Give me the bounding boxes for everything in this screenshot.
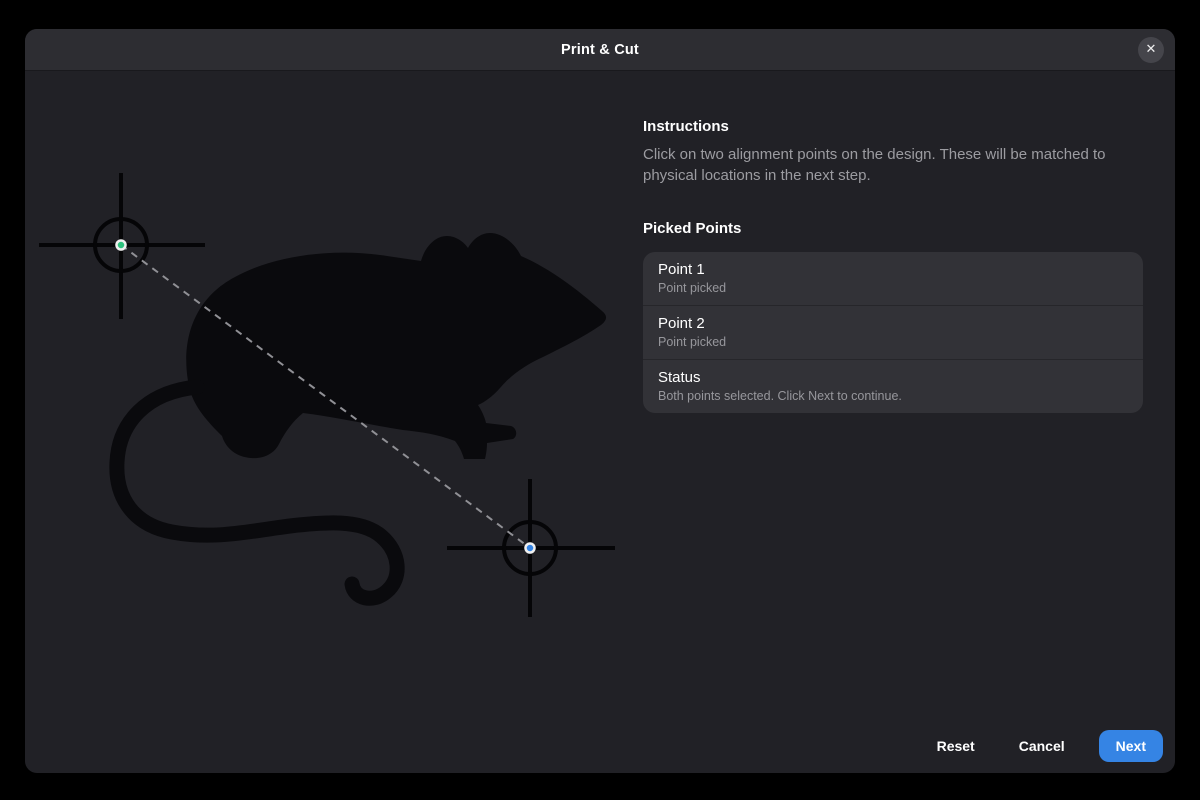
status-message: Both points selected. Click Next to cont… [658,389,1128,403]
picked-points-heading: Picked Points [643,220,1143,237]
point-2-status: Point picked [658,335,1128,349]
point-2-title: Point 2 [658,315,1128,332]
picked-points-list: Point 1 Point picked Point 2 Point picke… [643,252,1143,413]
alignment-point-1[interactable] [117,241,126,250]
next-button[interactable]: Next [1099,730,1163,762]
list-item-status: Status Both points selected. Click Next … [643,360,1143,413]
instructions-body: Click on two alignment points on the des… [643,144,1143,186]
dialog-header: Print & Cut ✕ [25,29,1175,71]
design-canvas[interactable] [25,72,655,772]
point-1-status: Point picked [658,281,1128,295]
dialog-title: Print & Cut [561,42,639,58]
dialog-action-bar: Reset Cancel Next [927,730,1163,762]
close-icon[interactable]: ✕ [1138,37,1164,63]
list-item-point-2: Point 2 Point picked [643,306,1143,360]
status-title: Status [658,369,1128,386]
list-item-point-1: Point 1 Point picked [643,252,1143,306]
alignment-point-2[interactable] [526,544,535,553]
side-panel: Instructions Click on two alignment poin… [643,72,1143,413]
instructions-heading: Instructions [643,118,1143,135]
reset-button[interactable]: Reset [927,730,985,762]
print-and-cut-dialog: Print & Cut ✕ Instructions Click on two … [25,29,1175,773]
point-1-title: Point 1 [658,261,1128,278]
cancel-button[interactable]: Cancel [1009,730,1075,762]
